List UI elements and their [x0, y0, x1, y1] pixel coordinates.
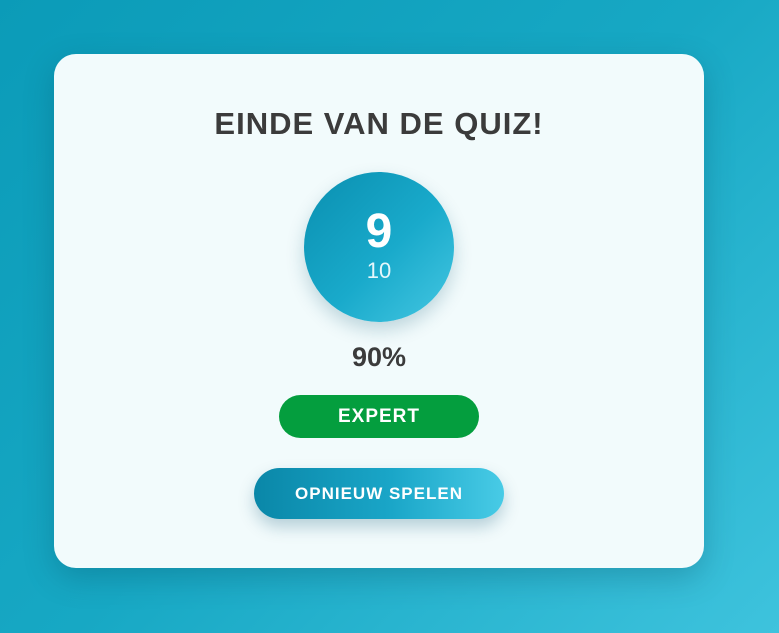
score-circle: 9 10 [304, 172, 454, 322]
replay-button[interactable]: OPNIEUW SPELEN [254, 468, 504, 519]
score-value: 9 [365, 205, 393, 258]
score-total: 10 [366, 258, 392, 283]
score-percentage: 90% [351, 342, 407, 372]
result-card: EINDE VAN DE QUIZ! 9 10 90% EXPERT OPNIE… [54, 54, 704, 568]
level-badge: EXPERT [279, 395, 479, 438]
result-title: EINDE VAN DE QUIZ! [214, 106, 544, 141]
